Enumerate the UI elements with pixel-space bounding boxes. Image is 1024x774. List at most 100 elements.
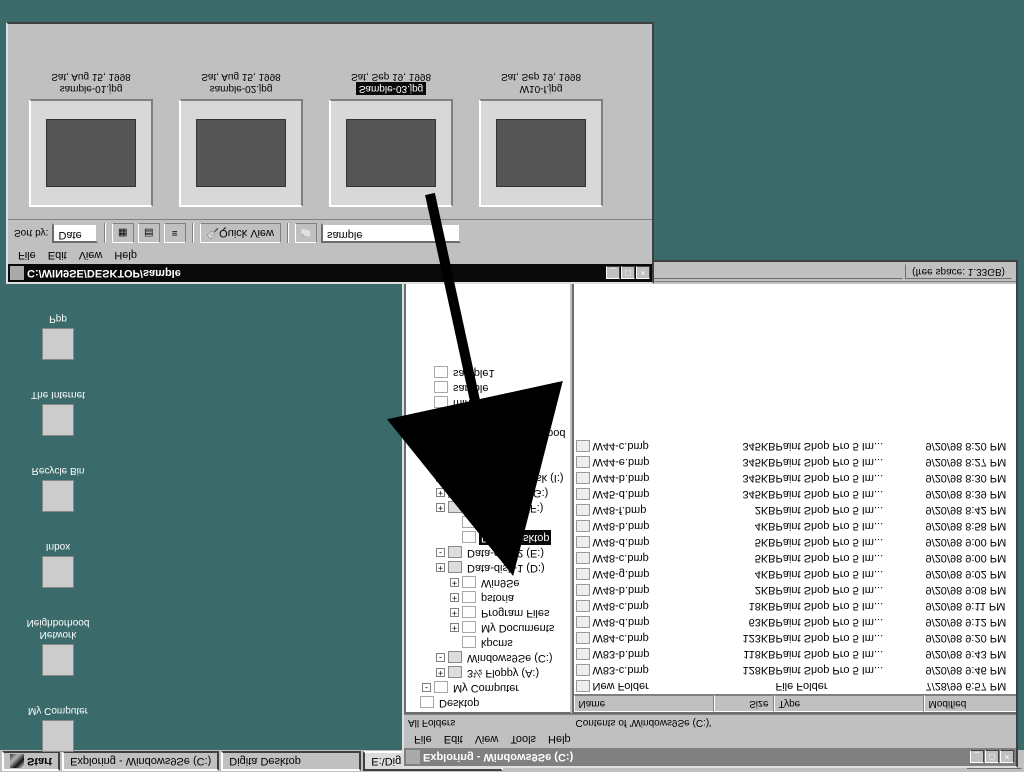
tree-node[interactable]: -Windows9Se (C:) [408,650,568,665]
expand-toggle[interactable]: - [422,683,431,692]
expand-toggle[interactable]: + [436,503,445,512]
file-row[interactable]: W46-g.bmp4KBPaint Shop Pro 5 Im...9/20/9… [574,566,1016,582]
slide-thumbnail[interactable] [29,99,153,207]
tree-node[interactable]: +pstoria [408,590,568,605]
desktop-icon-internet[interactable]: The Internet [31,388,85,436]
desktop-icon-inbox[interactable]: Inbox [42,540,74,588]
tree-node[interactable]: +My Documents [408,620,568,635]
file-row[interactable]: W48-b.bmp2KBPaint Shop Pro 5 Im...9/20/9… [574,582,1016,598]
file-row[interactable]: W48-b.bmp4KBPaint Shop Pro 5 Im...9/20/9… [574,518,1016,534]
expand-toggle[interactable]: - [436,653,445,662]
tree-node[interactable]: Control Panel [408,455,568,470]
tree-node[interactable]: minolta [408,395,568,410]
expand-toggle[interactable]: + [450,623,459,632]
drive-icon [448,652,462,664]
expand-toggle[interactable]: - [436,548,445,557]
expand-toggle[interactable]: + [436,488,445,497]
maximize-button[interactable]: □ [621,267,635,280]
slide-item[interactable]: sample-01.jpgSat, Aug 15, 1998 [26,36,156,207]
viewer-titlebar[interactable]: C:/WIN9SE/DESKTOP/sample _ □ × [8,264,652,282]
file-row[interactable]: W84-c.bmp123KBPaint Shop Pro 5 Im...9/20… [574,630,1016,646]
file-row[interactable]: W44-b.bmp345KBPaint Shop Pro 5 Im...9/20… [574,470,1016,486]
file-row[interactable]: W48-f.bmp2KBPaint Shop Pro 5 Im...9/20/9… [574,502,1016,518]
expand-toggle[interactable]: + [422,428,431,437]
file-icon [576,584,590,596]
tree-node[interactable]: sample1 [408,365,568,380]
menu-file[interactable]: File [408,731,438,747]
file-row[interactable]: W83-c.bmp128KBPaint Shop Pro 5 Im...9/20… [574,662,1016,678]
tree-label: Printers [465,440,507,455]
sort-dropdown[interactable]: Date [52,223,97,243]
menu-edit[interactable]: Edit [42,247,73,263]
slide-thumbnail[interactable] [479,99,603,207]
col-size[interactable]: Size [714,695,774,712]
file-row[interactable]: W48-c.bmp18KBPaint Shop Pro 5 Im...9/20/… [574,598,1016,614]
file-row[interactable]: W83-b.bmp118KBPaint Shop Pro 5 Im...9/20… [574,646,1016,662]
menu-file[interactable]: File [12,247,42,263]
file-row[interactable]: W44-c.bmp345KBPaint Shop Pro 5 Im...9/20… [574,438,1016,454]
taskbar-button-explorer[interactable]: Exploring - Windows9Se (C:) [62,751,219,771]
maximize-button[interactable]: □ [985,751,999,764]
menu-tools[interactable]: Tools [504,731,542,747]
tree-node[interactable]: +3½ Floppy (A:) [408,665,568,680]
close-button[interactable]: × [1000,751,1014,764]
slide-item[interactable]: W10-f.jpgSat, Sep 19, 1998 [476,36,606,207]
folder-up-button[interactable]: 📁 [295,223,317,243]
minimize-button[interactable]: _ [606,267,620,280]
expand-toggle[interactable]: + [436,473,445,482]
folder-dropdown[interactable]: sample [321,223,461,243]
quick-view-button[interactable]: 🔍 Quick View [200,223,281,243]
file-row[interactable]: W48-c.bmp5KBPaint Shop Pro 5 Im...9/20/9… [574,550,1016,566]
desktop-icon-network[interactable]: Network Neighborhood [18,616,98,676]
col-modified[interactable]: Modified [924,695,1016,712]
tree-node[interactable]: DigitaDesktop [408,530,568,545]
expand-toggle[interactable]: + [450,578,459,587]
tree-node[interactable]: +Network Neighborhood [408,425,568,440]
menu-edit[interactable]: Edit [438,731,469,747]
view-list-button[interactable]: ≡ [164,223,186,243]
tree-node[interactable]: +Windows95j (G:) [408,485,568,500]
tree-node[interactable]: +Win9Se [408,575,568,590]
expand-toggle[interactable]: + [450,593,459,602]
view-large-icons-button[interactable]: ▦ [112,223,134,243]
expand-toggle[interactable]: + [436,563,445,572]
tree-node[interactable]: Remake [408,515,568,530]
tree-node[interactable]: +Program Files [408,605,568,620]
close-button[interactable]: × [636,267,650,280]
slide-thumbnail[interactable] [329,99,453,207]
menu-view[interactable]: View [73,247,109,263]
view-small-icons-button[interactable]: ▤ [138,223,160,243]
tree-node[interactable]: sample [408,380,568,395]
desktop-icon-ppp[interactable]: Ppp [42,312,74,360]
tree-node[interactable]: +Data-disk-3 (F:) [408,500,568,515]
file-row[interactable]: New FolderFile Folder7/28/99 6:57 PM [574,678,1016,694]
expand-toggle[interactable]: + [450,608,459,617]
file-row[interactable]: W44-e.bmp345KBPaint Shop Pro 5 Im...9/20… [574,454,1016,470]
slide-item[interactable]: Sample-03.jpgSat, Sep 19, 1998 [326,36,456,207]
col-name[interactable]: Name [574,695,714,712]
start-button[interactable]: Start [2,751,60,771]
minimize-button[interactable]: _ [970,751,984,764]
tree-node[interactable]: Printers [408,440,568,455]
expand-toggle[interactable]: + [436,668,445,677]
tree-node[interactable]: Recycle Bin [408,410,568,425]
tree-node[interactable]: +Data-disk-1 (D:) [408,560,568,575]
desktop-icon-mycomputer[interactable]: My Computer [28,704,88,752]
tree-node[interactable]: Desktop [408,695,568,710]
desktop-icon-recycle[interactable]: Recycle Bin [32,464,85,512]
tree-node[interactable]: +Removable Disk (I:) [408,470,568,485]
menu-help[interactable]: Help [108,247,143,263]
tree-node[interactable]: -Data-disk-2 (E:) [408,545,568,560]
file-row[interactable]: W45-d.bmp345KBPaint Shop Pro 5 Im...9/20… [574,486,1016,502]
tree-node[interactable]: kpcms [408,635,568,650]
menu-help[interactable]: Help [542,731,577,747]
explorer-titlebar[interactable]: Exploring - Windows9Se (C:) _ □ × [404,748,1016,766]
tree-node[interactable]: -My Computer [408,680,568,695]
slide-item[interactable]: sample-02.jpgSat, Aug 15, 1998 [176,36,306,207]
taskbar-button-digita[interactable]: Digita Desktop [221,751,361,771]
slide-thumbnail[interactable] [179,99,303,207]
file-row[interactable]: W48-d.bmp5KBPaint Shop Pro 5 Im...9/20/9… [574,534,1016,550]
menu-view[interactable]: View [469,731,505,747]
col-type[interactable]: Type [774,695,924,712]
file-row[interactable]: W48-d.bmp63KBPaint Shop Pro 5 Im...9/20/… [574,614,1016,630]
